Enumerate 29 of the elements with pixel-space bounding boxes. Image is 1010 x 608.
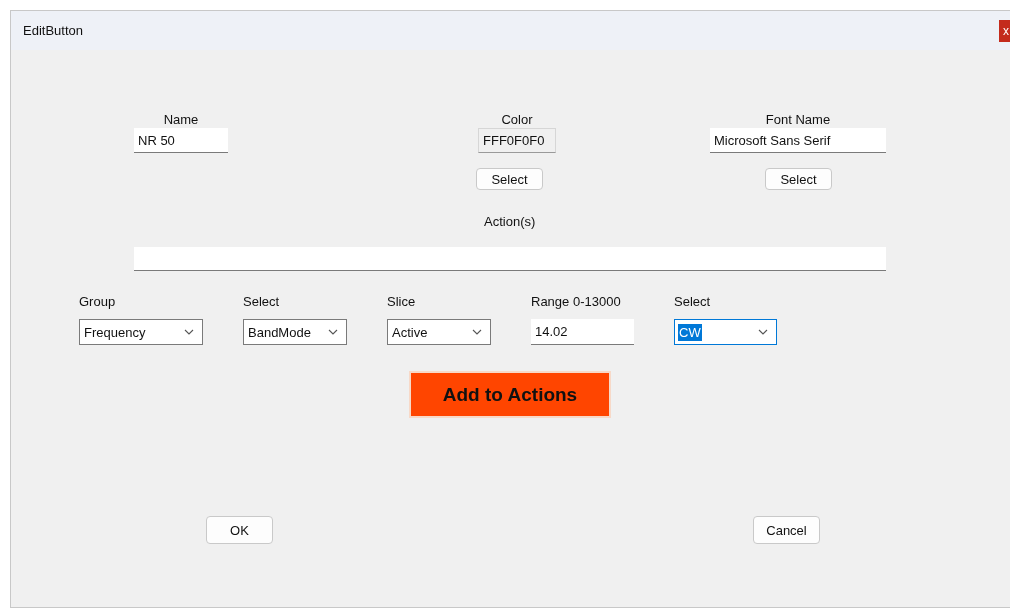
- field-label: Select: [243, 293, 281, 310]
- text-field[interactable]: NR 50: [134, 128, 228, 153]
- select-button[interactable]: Select: [765, 168, 832, 190]
- dialog-button[interactable]: Cancel: [753, 516, 820, 544]
- text-field[interactable]: Microsoft Sans Serif: [710, 128, 886, 153]
- chevron-icon: [758, 329, 768, 335]
- field-label: Name: [162, 111, 200, 128]
- dropdown[interactable]: Active: [387, 319, 491, 345]
- window-title: EditButton: [23, 23, 83, 38]
- field-label: Font Name: [764, 111, 832, 128]
- field-label: Group: [79, 293, 117, 310]
- chevron-icon: [328, 329, 338, 335]
- chevron-icon: [472, 329, 482, 335]
- dropdown[interactable]: Frequency: [79, 319, 203, 345]
- text-field[interactable]: 14.02: [531, 319, 634, 345]
- field-label: Select: [674, 293, 712, 310]
- chevron-icon: [184, 329, 194, 335]
- select-button[interactable]: Select: [476, 168, 543, 190]
- dropdown[interactable]: BandMode: [243, 319, 347, 345]
- field-label: Color: [500, 111, 534, 128]
- close-button[interactable]: x: [999, 19, 1010, 42]
- field-label: Slice: [387, 293, 417, 310]
- dropdown[interactable]: CW: [674, 319, 777, 345]
- field-label: Range 0-13000: [531, 293, 622, 310]
- add-to-actions-button[interactable]: Add to Actions: [409, 371, 611, 418]
- actions-field[interactable]: [134, 247, 886, 271]
- dialog-button[interactable]: OK: [206, 516, 273, 544]
- actions-label: Action(s): [484, 214, 536, 229]
- text-field[interactable]: FFF0F0F0: [478, 128, 556, 153]
